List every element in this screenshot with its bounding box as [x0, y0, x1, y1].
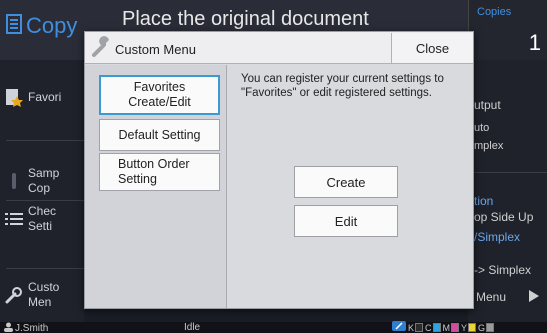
dialog-description: You can register your current settings t… — [241, 73, 444, 99]
orientation-label[interactable]: tion — [474, 194, 493, 208]
ink-status-icon — [392, 321, 406, 333]
button-order-setting-button[interactable]: Button Order Setting — [99, 153, 220, 191]
sidebar-item-label: Custo Men — [28, 280, 60, 309]
create-button[interactable]: Create — [294, 166, 398, 198]
ink-levels: K C M Y G — [392, 321, 495, 333]
top-side-up-text: op Side Up — [474, 210, 534, 224]
copies-value: 1 — [528, 30, 541, 55]
copies-counter[interactable]: Copies 1 — [468, 0, 547, 60]
ink-y: Y — [461, 323, 477, 333]
list-icon — [0, 212, 28, 226]
sidebar-item-label: Samp Cop — [28, 166, 60, 195]
favorites-icon — [0, 87, 28, 107]
ink-c: C — [425, 323, 441, 333]
sidebar-item-sample-copy[interactable]: Samp Cop — [0, 164, 84, 198]
ink-g: G — [478, 323, 495, 333]
copies-label: Copies — [477, 6, 512, 18]
dialog-header: Custom Menu Close — [85, 32, 473, 64]
ink-m: M — [443, 323, 460, 333]
right-panel: utput uto mplex tion op Side Up /Simplex… — [468, 60, 547, 322]
divider — [6, 200, 84, 201]
output-label: utput — [474, 98, 501, 112]
simplex-text: mplex — [474, 140, 504, 152]
default-setting-button[interactable]: Default Setting — [99, 119, 220, 151]
divider — [6, 268, 84, 269]
custom-menu-dialog: Custom Menu Close Favorites Create/Edit … — [84, 31, 474, 309]
wrench-icon — [0, 286, 28, 304]
simplex-label[interactable]: /Simplex — [474, 230, 520, 244]
user-info: J.Smith — [4, 322, 48, 333]
dialog-title: Custom Menu — [115, 42, 196, 57]
to-simplex-text: -> Simplex — [474, 263, 532, 277]
sidebar-item-custom-menu[interactable]: Custo Men — [0, 278, 84, 312]
play-arrow-icon — [529, 289, 539, 305]
menu-item-label: Default Setting — [118, 127, 201, 142]
menu-label: Menu — [476, 290, 507, 304]
auto-text: uto — [474, 122, 490, 134]
sidebar-item-label: Chec Setti — [28, 204, 57, 233]
sidebar-item-check-settings[interactable]: Chec Setti — [0, 202, 84, 236]
copy-icon — [6, 13, 22, 39]
left-panel: Favori Samp Cop Chec Setti Custo Men — [0, 60, 84, 322]
sample-copy-icon — [0, 171, 28, 191]
machine-status: Idle — [184, 322, 201, 333]
divider — [6, 140, 84, 141]
edit-button[interactable]: Edit — [294, 205, 398, 237]
sidebar-item-favorites[interactable]: Favori — [0, 80, 84, 114]
status-bar: J.Smith Idle K C M Y G — [0, 321, 547, 333]
menu-button[interactable]: Menu — [468, 284, 547, 310]
ink-k: K — [408, 323, 424, 333]
close-button[interactable]: Close — [391, 33, 473, 63]
divider — [468, 172, 547, 173]
menu-item-label: Button Order Setting — [118, 157, 190, 186]
custom-menu-list: Favorites Create/Edit Default Setting Bu… — [85, 65, 227, 308]
instruction-text: Place the original document — [122, 8, 369, 30]
user-name: J.Smith — [15, 323, 49, 333]
menu-item-label: Favorites Create/Edit — [128, 80, 191, 109]
user-icon — [4, 322, 13, 333]
dialog-title-wrap: Custom Menu — [91, 36, 196, 63]
app-title: Copy — [26, 13, 78, 38]
sidebar-item-label: Favori — [28, 90, 62, 104]
favorites-create-edit-button[interactable]: Favorites Create/Edit — [99, 75, 220, 115]
app-logo: Copy — [6, 13, 77, 39]
wrench-icon — [91, 36, 113, 63]
